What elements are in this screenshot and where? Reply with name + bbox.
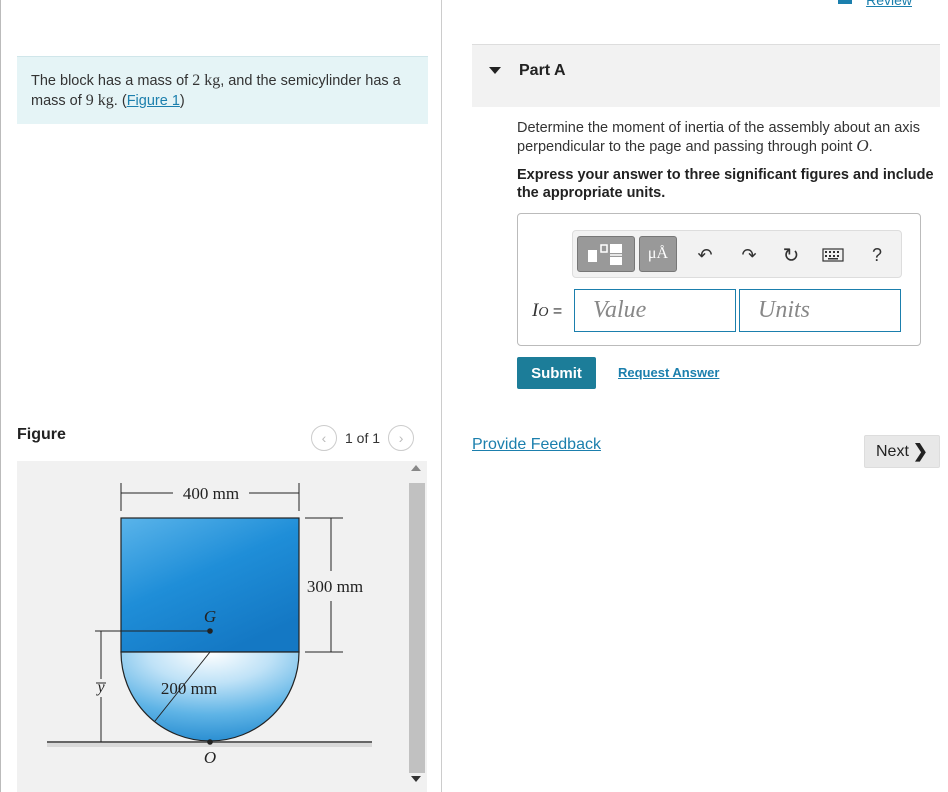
equals-sign: = (548, 303, 563, 320)
part-a-header[interactable]: Part A (472, 44, 940, 107)
provide-feedback-link[interactable]: Provide Feedback (472, 436, 601, 454)
next-figure-button[interactable]: › (388, 425, 415, 451)
dim-width-label: 400 mm (183, 484, 239, 503)
keyboard-icon[interactable] (821, 243, 845, 267)
caret-down-icon[interactable] (489, 67, 501, 74)
submit-button[interactable]: Submit (517, 357, 596, 389)
figure-link[interactable]: Figure 1 (127, 93, 180, 109)
scroll-up-arrow-icon[interactable] (411, 465, 421, 471)
templates-button[interactable] (577, 236, 635, 272)
question-period: . (868, 139, 873, 155)
request-answer-link[interactable]: Request Answer (618, 365, 719, 380)
next-label: Next (876, 442, 909, 460)
problem-statement: The block has a mass of 2 kg, and the se… (17, 56, 428, 124)
question-text: Determine the moment of inertia of the a… (517, 119, 937, 156)
part-title: Part A (519, 62, 566, 79)
redo-icon[interactable]: ↷ (737, 243, 761, 267)
figure-heading: Figure (17, 426, 66, 443)
chevron-right-icon: ❯ (912, 441, 928, 461)
block-mass: 2 kg (192, 72, 221, 89)
o-point (207, 739, 213, 745)
g-point (207, 628, 213, 634)
g-label: G (204, 607, 216, 626)
problem-text-1: The block has a mass of (31, 73, 193, 89)
review-icon (838, 0, 852, 4)
reset-icon[interactable]: ↻ (779, 243, 803, 267)
figure-image: 400 mm 300 mm G y 200 mm O (17, 461, 407, 792)
dim-height-label: 300 mm (307, 577, 363, 596)
answer-instruction: Express your answer to three significant… (517, 167, 934, 201)
templates-icon (588, 244, 622, 265)
semicylinder-mass: 9 kg (85, 92, 114, 109)
chevron-right-icon: › (398, 430, 404, 446)
dim-radius-label: 200 mm (161, 679, 217, 698)
left-pane: The block has a mass of 2 kg, and the se… (0, 0, 442, 792)
figure-page-indicator: 1 of 1 (345, 430, 381, 446)
help-icon[interactable]: ? (865, 243, 889, 267)
problem-text-3: . ( (113, 93, 127, 109)
next-button[interactable]: Next ❯ (864, 435, 940, 468)
o-label: O (204, 748, 216, 767)
var-sub-o: O (538, 305, 549, 320)
prev-figure-button[interactable]: ‹ (311, 425, 337, 451)
math-toolbar: μÅ ↶ ↷ ↻ ? (572, 230, 902, 278)
problem-text-4: ) (179, 93, 185, 109)
value-input[interactable]: Value (574, 289, 736, 332)
answer-box: μÅ ↶ ↷ ↻ ? IO = Value Units (517, 213, 921, 346)
chevron-left-icon: ‹ (321, 430, 327, 446)
undo-icon[interactable]: ↶ (693, 243, 717, 267)
units-button[interactable]: μÅ (639, 236, 677, 272)
units-input[interactable]: Units (739, 289, 901, 332)
review-link[interactable]: Review (866, 0, 912, 8)
scroll-thumb[interactable] (409, 483, 425, 773)
question-point: O (856, 136, 869, 155)
figure-scrollbar[interactable] (407, 461, 427, 792)
scroll-down-arrow-icon[interactable] (411, 776, 421, 782)
answer-variable-label: IO = (532, 300, 562, 322)
figure-pager: ‹ 1 of 1 › (311, 425, 415, 451)
ybar-label: y (95, 679, 105, 696)
assembly-diagram: 400 mm 300 mm G y 200 mm O (47, 483, 372, 767)
